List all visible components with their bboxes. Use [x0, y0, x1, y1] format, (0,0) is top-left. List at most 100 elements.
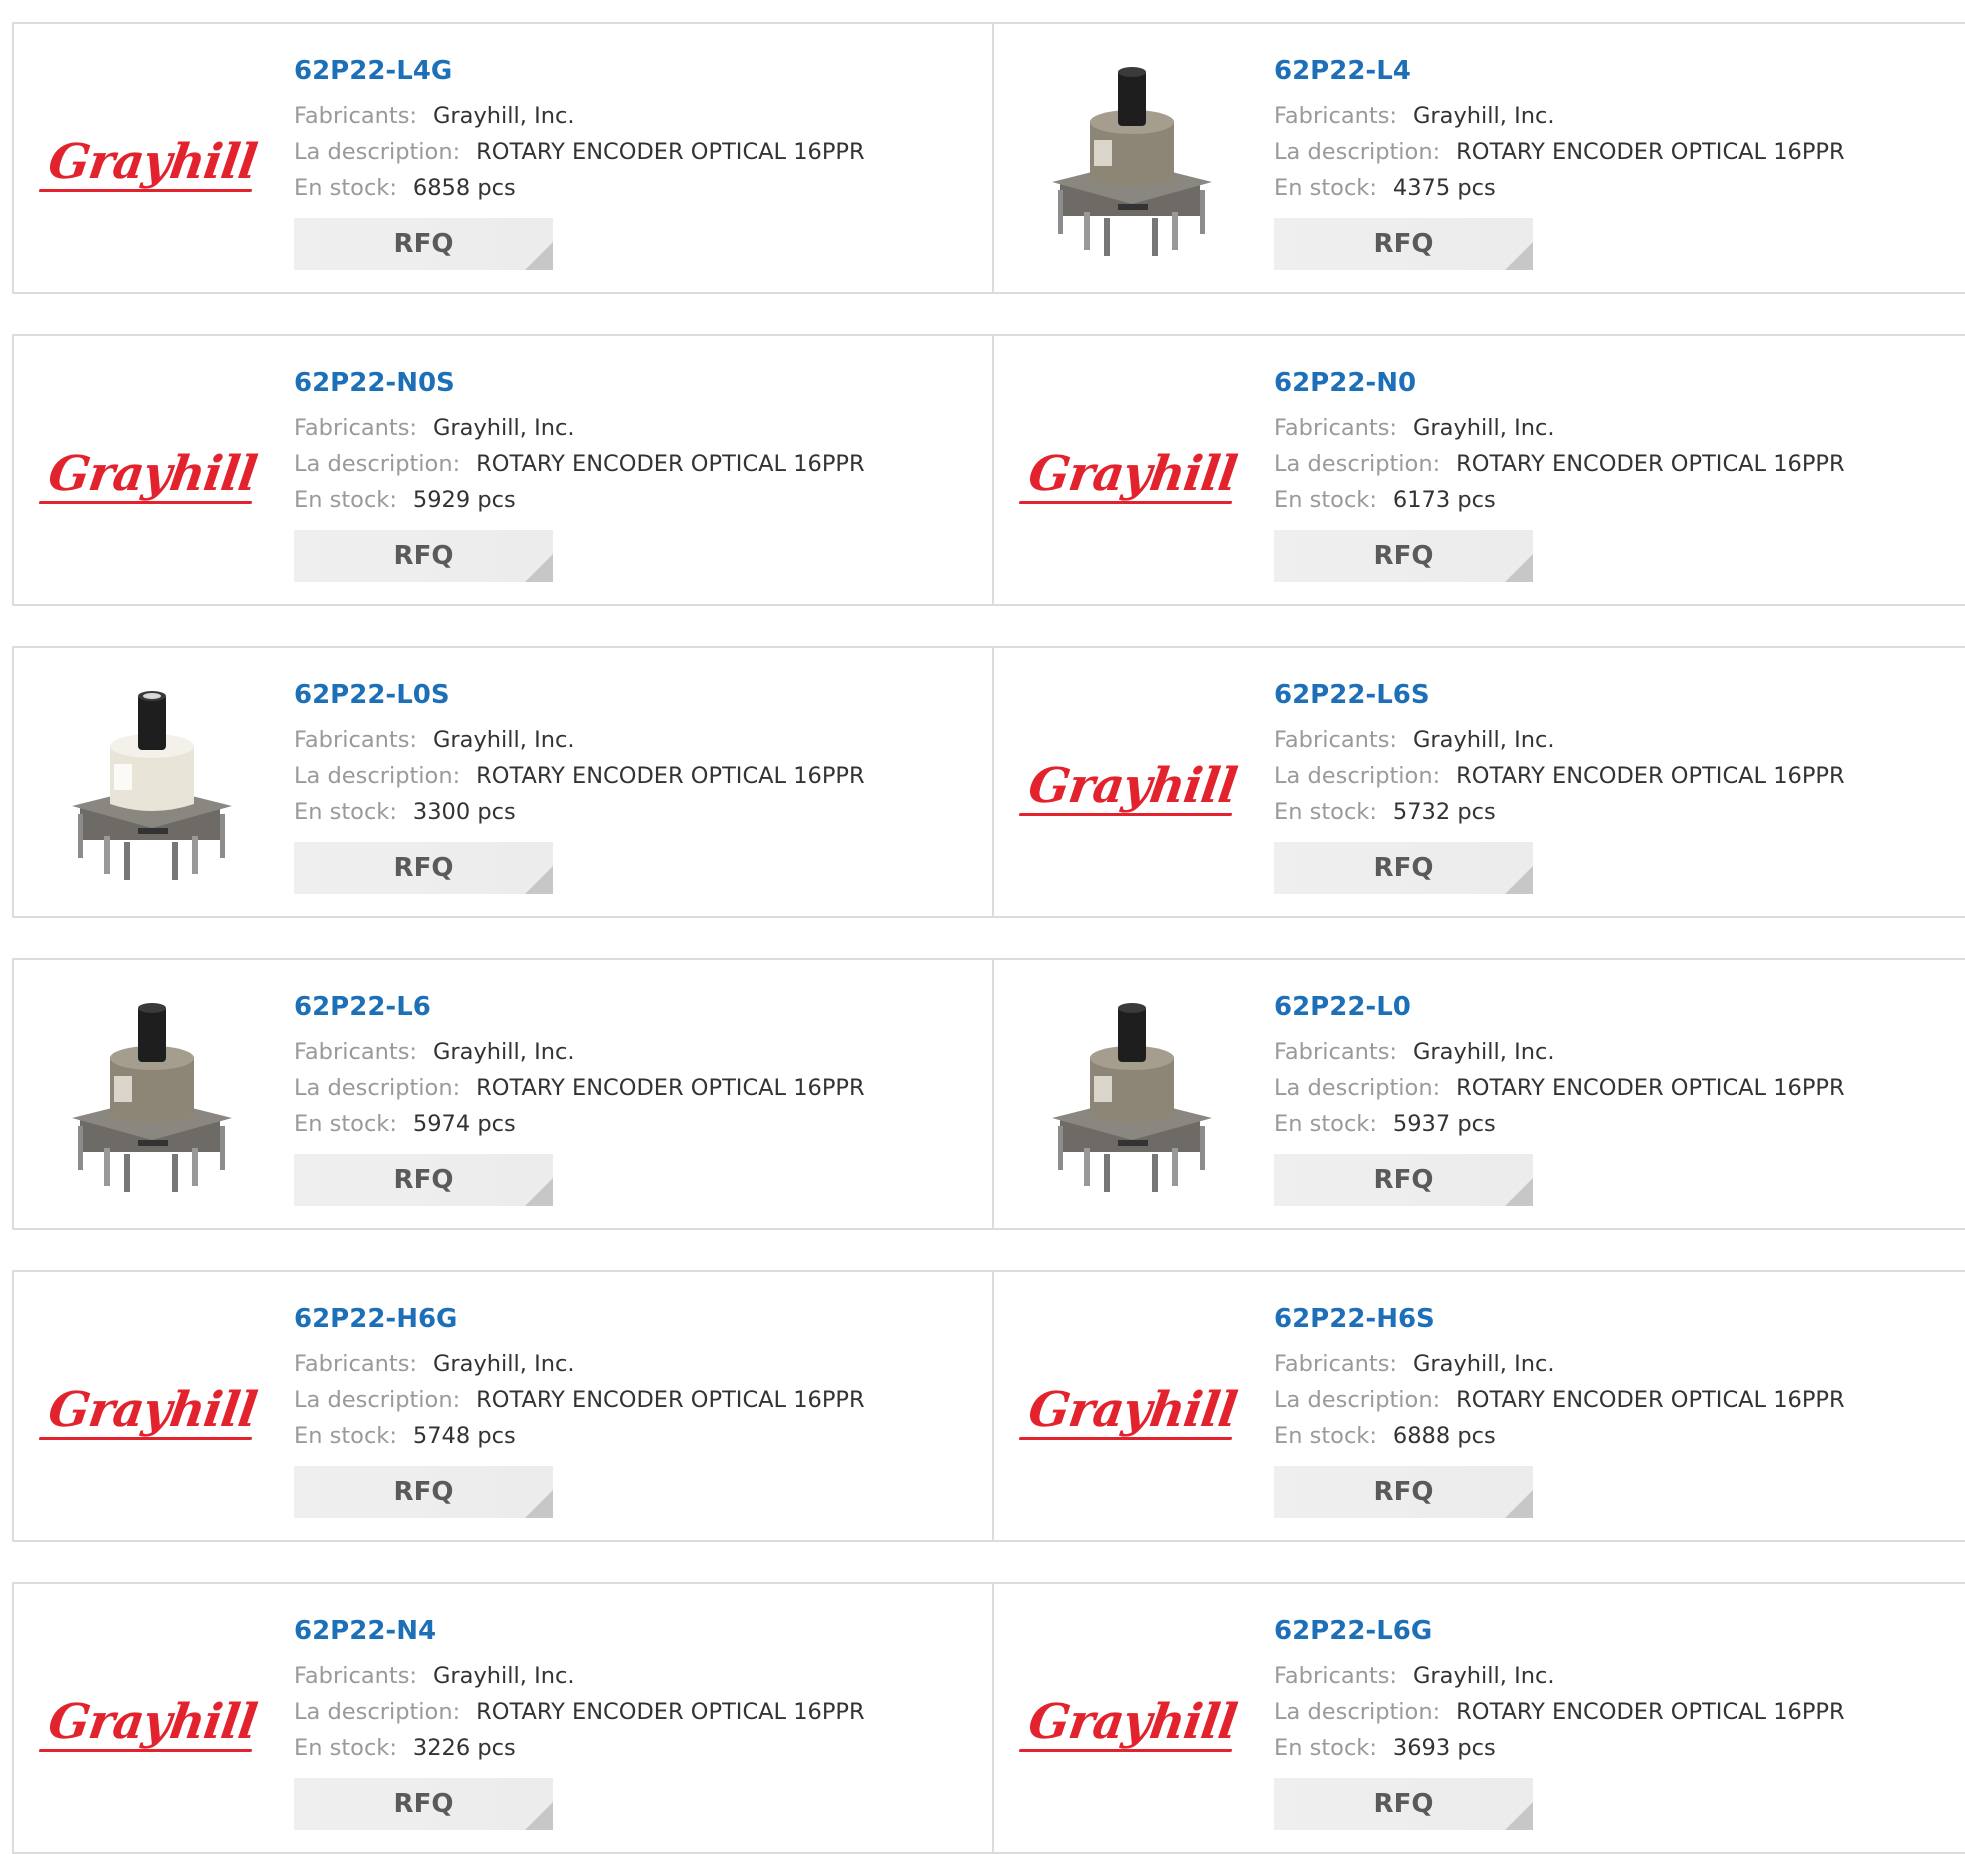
description-row: La description: ROTARY ENCODER OPTICAL 16… [294, 446, 982, 482]
rfq-label: RFQ [393, 853, 454, 883]
part-number-link[interactable]: 62P22-L6S [1274, 676, 1959, 714]
stock-row: En stock: 3300 pcs [294, 794, 982, 830]
manufacturer-row: Fabricants: Grayhill, Inc. [294, 1658, 982, 1694]
product-image[interactable]: Grayhill [45, 374, 260, 574]
rfq-button[interactable]: RFQ [1274, 530, 1533, 582]
product-image[interactable] [52, 998, 252, 1198]
grayhill-logo: Grayhill [44, 1694, 260, 1750]
stock-row: En stock: 5732 pcs [1274, 794, 1959, 830]
product-image[interactable]: Grayhill [1025, 1622, 1240, 1822]
manufacturer-row: Fabricants: Grayhill, Inc. [1274, 410, 1959, 446]
part-number-link[interactable]: 62P22-H6G [294, 1300, 982, 1338]
product-image[interactable]: Grayhill [45, 1622, 260, 1822]
product-card: Grayhill 62P22-L6G Fabricants: Grayhill, … [992, 1584, 1965, 1852]
part-number-link[interactable]: 62P22-L6 [294, 988, 982, 1026]
part-number-link[interactable]: 62P22-N0S [294, 364, 982, 402]
corner-triangle-icon [1505, 242, 1533, 270]
rotary-encoder-icon [1052, 67, 1212, 256]
part-number-link[interactable]: 62P22-N4 [294, 1612, 982, 1650]
manufacturer-row: Fabricants: Grayhill, Inc. [1274, 722, 1959, 758]
description-row: La description: ROTARY ENCODER OPTICAL 16… [1274, 446, 1959, 482]
rfq-label: RFQ [393, 1789, 454, 1819]
part-number-link[interactable]: 62P22-H6S [1274, 1300, 1959, 1338]
description-label: La description: [294, 451, 461, 477]
description-row: La description: ROTARY ENCODER OPTICAL 16… [1274, 1382, 1959, 1418]
part-number-link[interactable]: 62P22-L0 [1274, 988, 1959, 1026]
part-number-link[interactable]: 62P22-N0 [1274, 364, 1959, 402]
product-image[interactable]: Grayhill [1025, 686, 1240, 886]
product-image[interactable] [1032, 998, 1232, 1198]
grayhill-logo: Grayhill [44, 446, 260, 502]
product-image[interactable] [1032, 62, 1232, 262]
rfq-button[interactable]: RFQ [294, 1466, 553, 1518]
stock-label: En stock: [294, 1111, 397, 1137]
product-grid: Grayhill 62P22-L4G Fabricants: Grayhill, … [0, 0, 1965, 1854]
product-image[interactable]: Grayhill [1025, 374, 1240, 574]
manufacturer-row: Fabricants: Grayhill, Inc. [1274, 1034, 1959, 1070]
product-image[interactable]: Grayhill [45, 1310, 260, 1510]
product-info: 62P22-N0S Fabricants: Grayhill, Inc. La d… [294, 364, 982, 582]
grayhill-logo: Grayhill [1024, 1694, 1240, 1750]
rfq-label: RFQ [393, 1165, 454, 1195]
part-number-link[interactable]: 62P22-L6G [1274, 1612, 1959, 1650]
stock-value: 3226 pcs [412, 1735, 516, 1761]
product-info: 62P22-L6 Fabricants: Grayhill, Inc. La de… [294, 988, 982, 1206]
rfq-button[interactable]: RFQ [1274, 1466, 1533, 1518]
description-row: La description: ROTARY ENCODER OPTICAL 16… [294, 1382, 982, 1418]
product-row: Grayhill 62P22-N4 Fabricants: Grayhill, I… [12, 1582, 1965, 1854]
product-image[interactable]: Grayhill [1025, 1310, 1240, 1510]
manufacturer-label: Fabricants: [1274, 727, 1397, 753]
manufacturer-value: Grayhill, Inc. [433, 1351, 575, 1377]
manufacturer-label: Fabricants: [1274, 1663, 1397, 1689]
grayhill-logo: Grayhill [1024, 758, 1240, 814]
rfq-button[interactable]: RFQ [1274, 218, 1533, 270]
stock-label: En stock: [294, 487, 397, 513]
description-label: La description: [294, 1699, 461, 1725]
stock-row: En stock: 6858 pcs [294, 170, 982, 206]
manufacturer-value: Grayhill, Inc. [433, 1663, 575, 1689]
description-value: ROTARY ENCODER OPTICAL 16PPR [476, 451, 865, 477]
part-number-link[interactable]: 62P22-L4G [294, 52, 982, 90]
manufacturer-label: Fabricants: [1274, 1039, 1397, 1065]
product-card: Grayhill 62P22-N0 Fabricants: Grayhill, I… [992, 336, 1965, 604]
stock-label: En stock: [1274, 799, 1377, 825]
rfq-button[interactable]: RFQ [294, 530, 553, 582]
manufacturer-row: Fabricants: Grayhill, Inc. [1274, 98, 1959, 134]
description-label: La description: [1274, 451, 1441, 477]
product-info: 62P22-L0S Fabricants: Grayhill, Inc. La d… [294, 676, 982, 894]
stock-label: En stock: [294, 1735, 397, 1761]
rotary-encoder-icon [1052, 1003, 1212, 1192]
rfq-button[interactable]: RFQ [294, 218, 553, 270]
stock-value: 4375 pcs [1392, 175, 1496, 201]
stock-label: En stock: [1274, 1735, 1377, 1761]
stock-row: En stock: 3226 pcs [294, 1730, 982, 1766]
stock-value: 5732 pcs [1392, 799, 1496, 825]
product-info: 62P22-L6G Fabricants: Grayhill, Inc. La d… [1274, 1612, 1959, 1830]
product-image[interactable] [52, 686, 252, 886]
rfq-button[interactable]: RFQ [1274, 1778, 1533, 1830]
rfq-button[interactable]: RFQ [294, 1778, 553, 1830]
rfq-button[interactable]: RFQ [294, 1154, 553, 1206]
stock-row: En stock: 3693 pcs [1274, 1730, 1959, 1766]
stock-row: En stock: 5929 pcs [294, 482, 982, 518]
description-row: La description: ROTARY ENCODER OPTICAL 16… [294, 134, 982, 170]
product-info: 62P22-L4G Fabricants: Grayhill, Inc. La d… [294, 52, 982, 270]
rfq-button[interactable]: RFQ [1274, 1154, 1533, 1206]
rfq-label: RFQ [1373, 229, 1434, 259]
rfq-button[interactable]: RFQ [294, 842, 553, 894]
description-row: La description: ROTARY ENCODER OPTICAL 16… [294, 1694, 982, 1730]
rfq-label: RFQ [393, 541, 454, 571]
product-image[interactable]: Grayhill [45, 62, 260, 262]
manufacturer-label: Fabricants: [1274, 103, 1397, 129]
rfq-button[interactable]: RFQ [1274, 842, 1533, 894]
product-card: Grayhill 62P22-H6S Fabricants: Grayhill, … [992, 1272, 1965, 1540]
description-value: ROTARY ENCODER OPTICAL 16PPR [1456, 451, 1845, 477]
description-value: ROTARY ENCODER OPTICAL 16PPR [1456, 1075, 1845, 1101]
rfq-label: RFQ [1373, 1165, 1434, 1195]
corner-triangle-icon [525, 242, 553, 270]
stock-value: 6858 pcs [412, 175, 516, 201]
part-number-link[interactable]: 62P22-L4 [1274, 52, 1959, 90]
description-row: La description: ROTARY ENCODER OPTICAL 16… [1274, 1694, 1959, 1730]
part-number-link[interactable]: 62P22-L0S [294, 676, 982, 714]
corner-triangle-icon [1505, 1178, 1533, 1206]
